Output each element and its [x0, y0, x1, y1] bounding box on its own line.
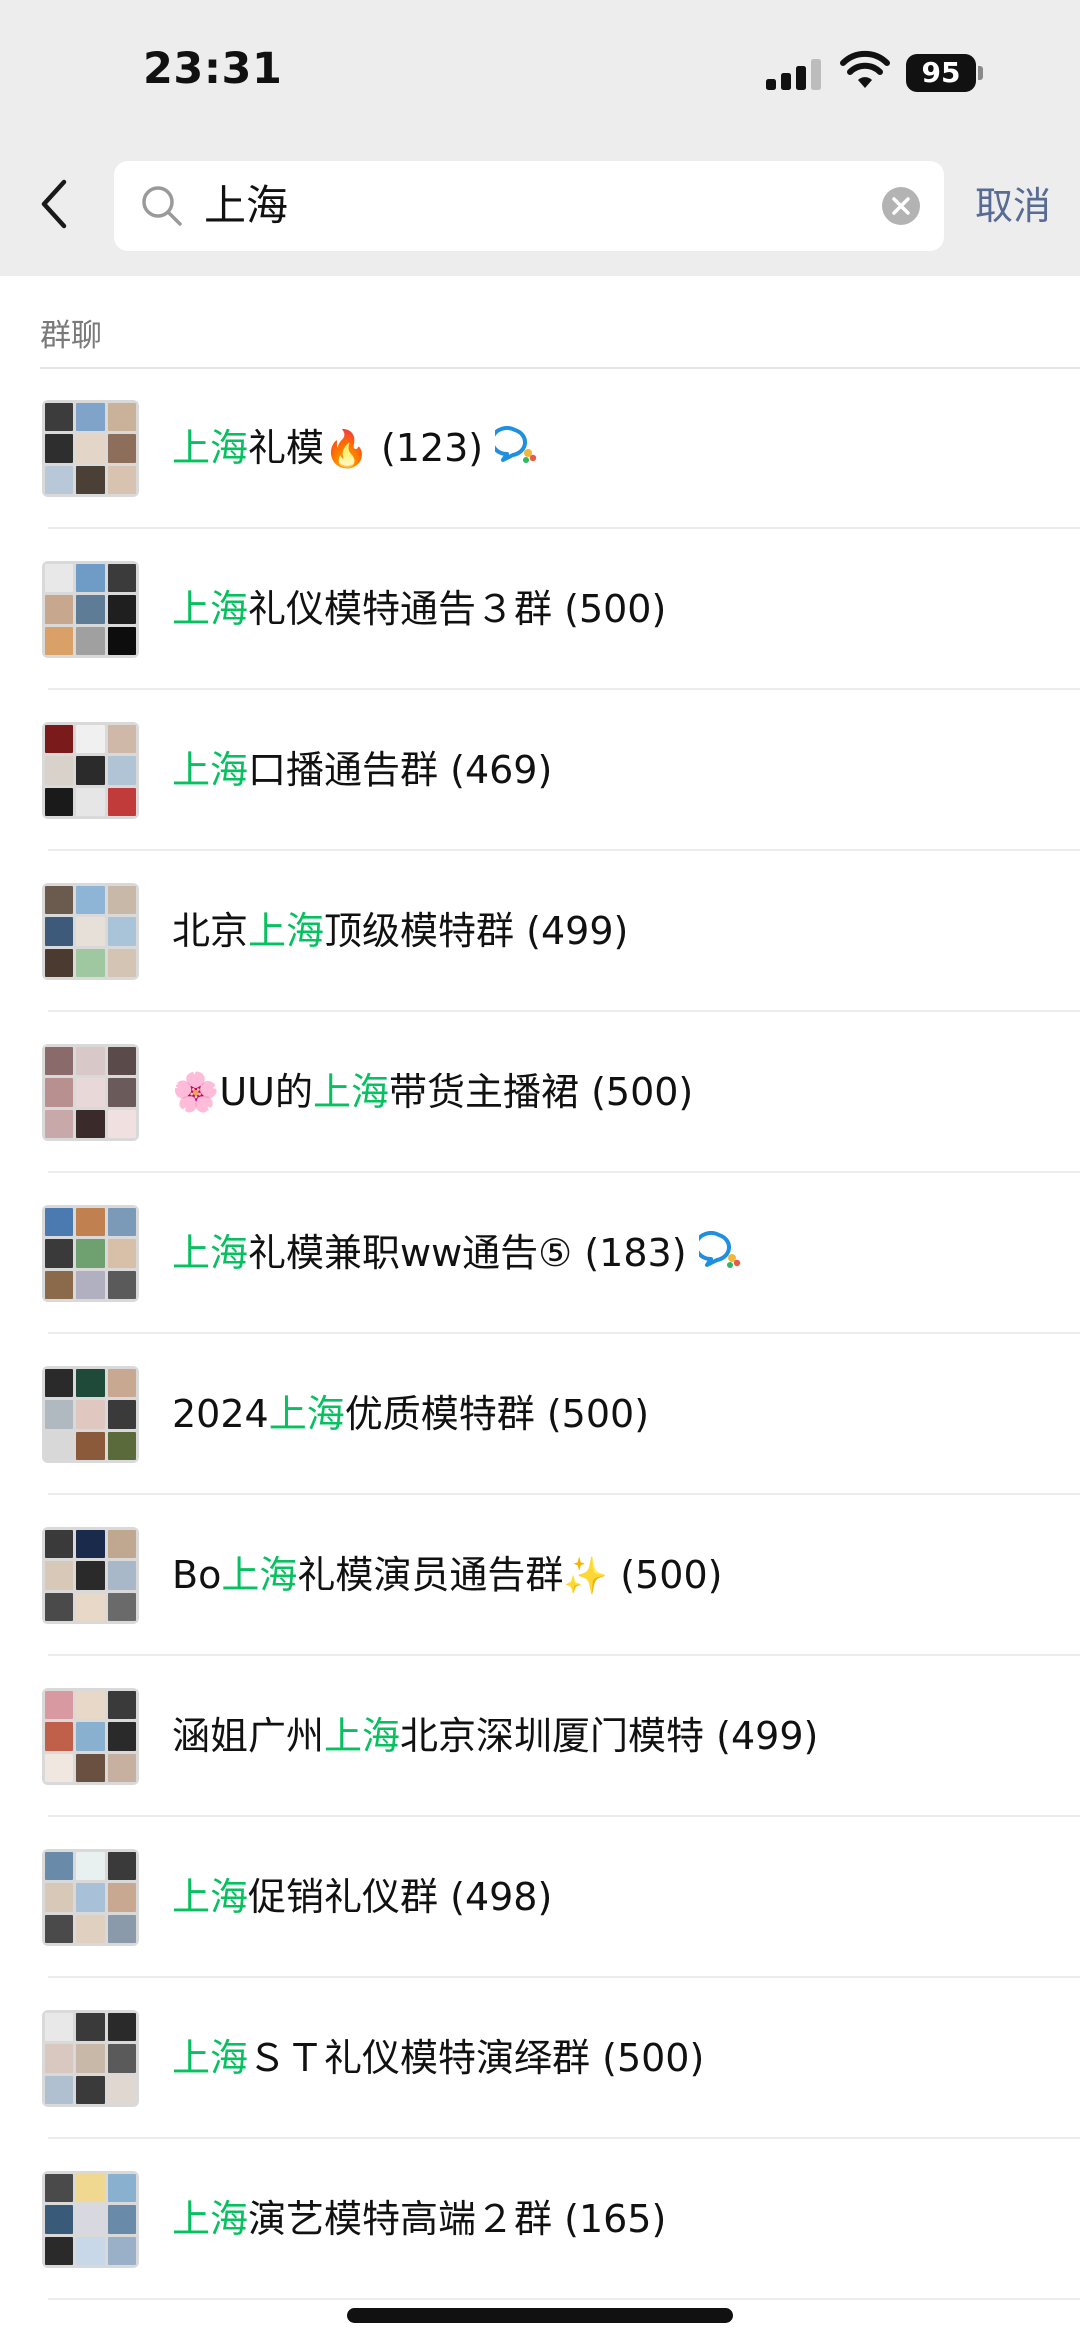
search-results-screen: 23:31 95 上海 取消 群聊 上海礼模🔥 (123) 上海礼仪模特通告３群…: [0, 0, 1080, 2341]
group-chat-row[interactable]: 上海口播通告群 (469): [0, 690, 1080, 851]
cancel-button[interactable]: 取消: [975, 183, 1051, 229]
group-name-match: 上海: [172, 2036, 249, 2080]
group-name-prefix: Bo: [172, 1553, 222, 1597]
group-avatar: [42, 1205, 139, 1302]
group-name-suffix: 北京深圳厦门模特: [400, 1714, 705, 1758]
group-name-match: 上海: [324, 1714, 401, 1758]
group-name: 上海礼模兼职ww通告⑤ (183): [172, 1227, 743, 1279]
group-avatar: [42, 400, 139, 497]
group-avatar: [42, 2010, 139, 2107]
group-chat-row[interactable]: 涵姐广州上海北京深圳厦门模特 (499): [0, 1656, 1080, 1817]
group-avatar: [42, 883, 139, 980]
group-chat-row[interactable]: 上海促销礼仪群 (498): [0, 1817, 1080, 1978]
group-name-match: 上海: [172, 748, 249, 792]
group-avatar: [42, 1849, 139, 1946]
group-name-suffix: 促销礼仪群: [248, 1875, 439, 1919]
member-count: (469): [450, 748, 553, 792]
group-avatar: [42, 722, 139, 819]
member-count: (500): [564, 587, 667, 631]
group-chat-row[interactable]: Bo上海礼模演员通告群✨ (500): [0, 1495, 1080, 1656]
group-name: 2024上海优质模特群 (500): [172, 1388, 649, 1440]
group-chat-row[interactable]: 上海礼模兼职ww通告⑤ (183): [0, 1173, 1080, 1334]
search-input[interactable]: 上海: [114, 161, 944, 251]
group-name-prefix: 2024: [172, 1392, 269, 1436]
group-name-match: 上海: [172, 1231, 249, 1275]
member-count: (499): [716, 1714, 819, 1758]
group-chat-row[interactable]: 上海礼仪模特通告３群 (500): [0, 529, 1080, 690]
member-count: (123): [380, 426, 484, 470]
group-avatar: [42, 1688, 139, 1785]
group-name-suffix: 演艺模特高端２群: [248, 2197, 553, 2241]
group-name-emoji: ✨: [563, 1556, 609, 1597]
group-name-prefix: 北京: [172, 909, 249, 953]
member-count: (500): [602, 2036, 705, 2080]
group-name: 上海口播通告群 (469): [172, 744, 552, 796]
group-avatar: [42, 2171, 139, 2268]
member-count: (498): [450, 1875, 553, 1919]
group-name: 🌸UU的上海带货主播裙 (500): [172, 1066, 693, 1118]
clear-search-icon[interactable]: [880, 185, 922, 227]
back-arrow-icon[interactable]: [36, 176, 76, 232]
group-name-match: 上海: [172, 2197, 249, 2241]
battery-level: 95: [906, 54, 976, 92]
member-count: (183): [584, 1231, 687, 1275]
group-name-emoji: 🔥: [324, 429, 369, 470]
group-name-suffix: 带货主播裙: [388, 1070, 579, 1114]
group-avatar: [42, 1366, 139, 1463]
home-indicator[interactable]: [347, 2308, 733, 2323]
member-count: (165): [564, 2197, 667, 2241]
section-title-group-chats: 群聊: [40, 318, 102, 354]
group-name-match: 上海: [268, 1392, 345, 1436]
group-name-match: 上海: [248, 909, 325, 953]
group-name-prefix: 涵姐广州: [172, 1714, 325, 1758]
group-chat-row[interactable]: 上海礼模🔥 (123): [0, 368, 1080, 529]
group-avatar: [42, 561, 139, 658]
member-count: (499): [526, 909, 629, 953]
group-name: Bo上海礼模演员通告群✨ (500): [172, 1549, 722, 1603]
group-chat-list: 上海礼模🔥 (123) 上海礼仪模特通告３群 (500) 上海口播通告群 (469)…: [0, 368, 1080, 2300]
search-icon: [142, 186, 182, 226]
group-chat-row[interactable]: 上海ＳＴ礼仪模特演绎群 (500): [0, 1978, 1080, 2139]
group-name: 上海促销礼仪群 (498): [172, 1871, 552, 1923]
status-time: 23:31: [143, 44, 283, 94]
group-avatar: [42, 1044, 139, 1141]
group-name-suffix: 礼仪模特通告３群: [248, 587, 553, 631]
wifi-icon: [840, 50, 890, 88]
group-name-suffix: 礼模: [248, 426, 325, 470]
group-name-match: 上海: [172, 426, 249, 470]
group-name: 上海演艺模特高端２群 (165): [172, 2193, 666, 2245]
member-count: (500): [546, 1392, 650, 1436]
group-chat-row[interactable]: 北京上海顶级模特群 (499): [0, 851, 1080, 1012]
group-name: 上海礼模🔥 (123): [172, 422, 539, 476]
group-name-suffix: ＳＴ礼仪模特演绎群: [248, 2036, 591, 2080]
enterprise-chat-icon: [495, 426, 537, 463]
group-name: 上海ＳＴ礼仪模特演绎群 (500): [172, 2032, 704, 2084]
group-name-match: 上海: [172, 1875, 249, 1919]
member-count: (500): [591, 1070, 694, 1114]
group-name-match: 上海: [172, 587, 249, 631]
cellular-signal-icon: [766, 58, 822, 90]
group-name-suffix: 礼模兼职ww通告⑤: [248, 1231, 573, 1275]
enterprise-chat-icon: [698, 1231, 740, 1268]
group-name-suffix: 顶级模特群: [324, 909, 515, 953]
battery-icon: 95: [906, 54, 984, 92]
group-name: 北京上海顶级模特群 (499): [172, 905, 628, 957]
top-bar: 23:31 95 上海 取消: [0, 0, 1080, 276]
group-chat-row[interactable]: 2024上海优质模特群 (500): [0, 1334, 1080, 1495]
group-name-suffix: 礼模演员通告群: [297, 1553, 564, 1597]
group-name: 上海礼仪模特通告３群 (500): [172, 583, 666, 635]
group-name-match: 上海: [312, 1070, 389, 1114]
member-count: (500): [620, 1553, 723, 1597]
group-name: 涵姐广州上海北京深圳厦门模特 (499): [172, 1710, 818, 1762]
group-name-prefix: 🌸UU的: [172, 1070, 313, 1114]
group-chat-row[interactable]: 🌸UU的上海带货主播裙 (500): [0, 1012, 1080, 1173]
group-name-match: 上海: [221, 1553, 298, 1597]
search-query-text: 上海: [204, 181, 289, 230]
group-name-suffix: 优质模特群: [344, 1392, 535, 1436]
group-avatar: [42, 1527, 139, 1624]
group-chat-row[interactable]: 上海演艺模特高端２群 (165): [0, 2139, 1080, 2300]
group-name-suffix: 口播通告群: [248, 748, 439, 792]
